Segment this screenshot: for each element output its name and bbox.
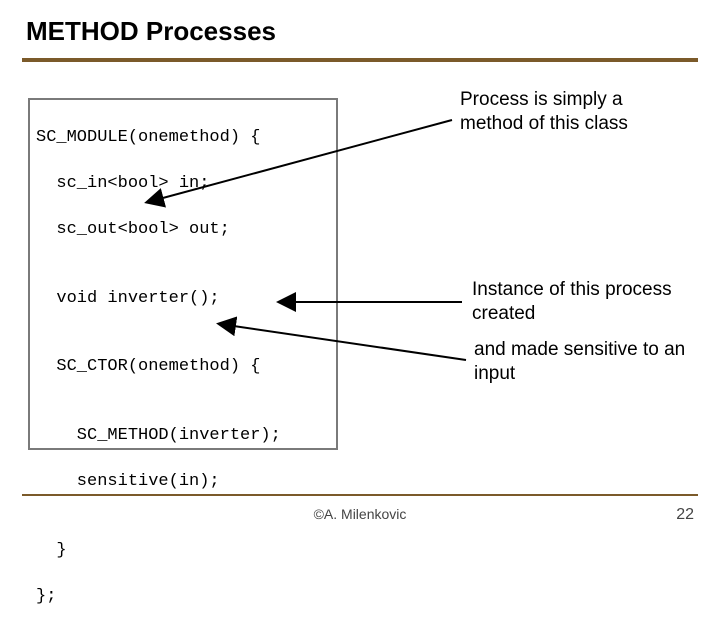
annotation-process: Process is simply a method of this class (460, 88, 680, 136)
annotation-instance: Instance of this process created (472, 278, 692, 326)
code-line: }; (36, 586, 330, 609)
arrow-icon (0, 0, 720, 540)
footer-page-number: 22 (676, 506, 694, 524)
code-line: } (36, 540, 330, 563)
annotation-sensitive: and made sensitive to an input (474, 338, 694, 386)
footer-author: ©A. Milenkovic (0, 506, 720, 522)
rule-bottom (22, 494, 698, 496)
